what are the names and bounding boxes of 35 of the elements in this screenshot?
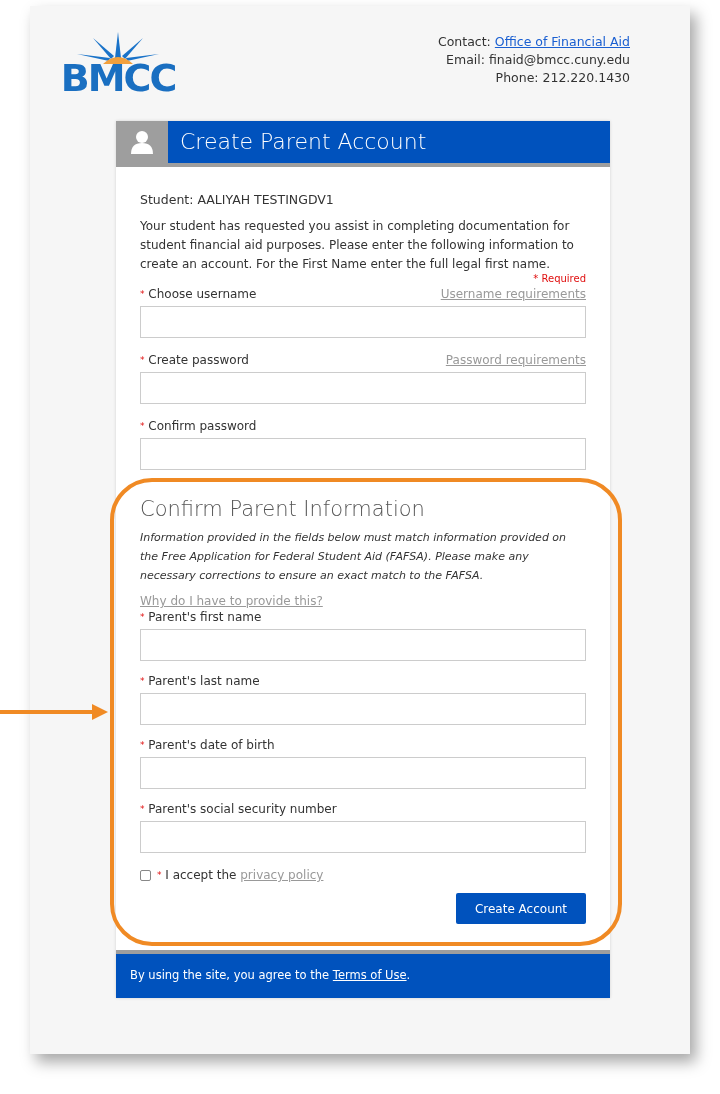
field-label: * Create password — [140, 352, 249, 368]
text-field[interactable] — [140, 821, 586, 853]
text-field[interactable] — [140, 693, 586, 725]
text-field[interactable] — [140, 757, 586, 789]
section-note: Information provided in the fields below must match information provided on the Free Application for Federal Student Aid (FAFSA). Please make any necessary corrections to ensure an exact match to the FAFSA. — [140, 530, 568, 584]
field-label: * Parent's social security number — [140, 801, 337, 817]
phone-text: Phone: 212.220.1430 — [495, 69, 630, 87]
email-text: Email: finaid@bmcc.cuny.edu — [446, 51, 630, 69]
footer-text: By using the site, you agree to the Terms of Use. — [130, 967, 411, 985]
text-field[interactable] — [140, 438, 586, 470]
field-label: * Parent's date of birth — [140, 737, 275, 753]
text-field[interactable] — [140, 306, 586, 338]
text-field[interactable] — [140, 372, 586, 404]
requirements-link[interactable]: Username requirements — [440, 286, 586, 302]
why-link[interactable]: Why do I have to provide this? — [140, 593, 586, 609]
accept-text: * I accept the privacy policy — [157, 867, 324, 883]
user-icon — [131, 130, 153, 154]
student-name: Student: AALIYAH TESTINGDV1 — [140, 191, 335, 209]
privacy-policy-link[interactable]: privacy policy — [240, 868, 324, 882]
required-note: * Required — [533, 272, 586, 286]
card-title: Create Parent Account — [179, 128, 427, 156]
field-label: * Confirm password — [140, 418, 257, 434]
contact-link[interactable]: Office of Financial Aid — [494, 33, 630, 51]
field-label: * Parent's last name — [140, 673, 260, 689]
field-label: * Choose username — [140, 286, 257, 302]
requirements-link[interactable]: Password requirements — [445, 352, 586, 368]
logo-text: BMCC — [60, 60, 176, 96]
intro-text: Your student has requested you assist in completing documentation for student financial aid purposes. Please enter the following information to create an account. For the First Name enter the full legal first name. — [140, 218, 575, 273]
contact-label: Contact: — [438, 33, 491, 51]
text-field[interactable] — [140, 629, 586, 661]
terms-link[interactable]: Terms of Use — [332, 968, 407, 983]
create-account-button[interactable]: Create Account — [456, 893, 586, 924]
section-title: Confirm Parent Information — [140, 496, 426, 522]
accept-checkbox[interactable] — [140, 869, 151, 881]
field-label: * Parent's first name — [140, 609, 262, 625]
